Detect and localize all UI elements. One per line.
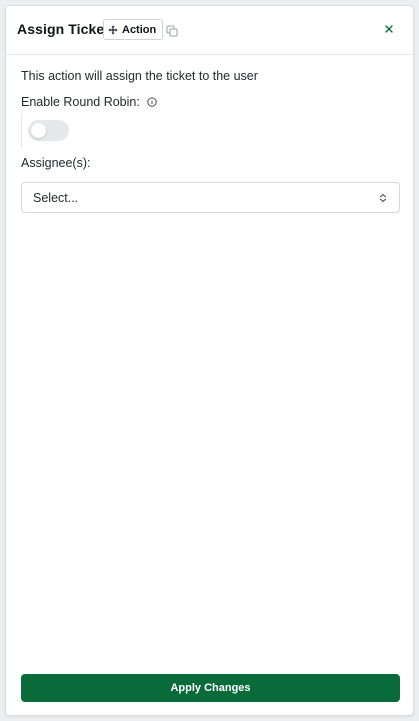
- chevron-updown-icon: [380, 193, 386, 202]
- assign-ticket-panel: Assign Ticket Action This action will as…: [5, 5, 414, 716]
- action-badge: Action: [103, 19, 164, 40]
- round-robin-label: Enable Round Robin:: [21, 95, 140, 109]
- toggle-knob: [31, 123, 46, 138]
- badge-label: Action: [122, 23, 157, 36]
- close-icon[interactable]: [384, 24, 394, 34]
- copy-icon[interactable]: [166, 25, 178, 37]
- round-robin-toggle[interactable]: [28, 120, 69, 141]
- assignee-label: Assignee(s):: [21, 156, 91, 170]
- apply-changes-button[interactable]: Apply Changes: [21, 674, 400, 702]
- action-move-icon: [108, 25, 118, 34]
- assignee-select-value: Select...: [33, 190, 79, 205]
- panel-title: Assign Ticket: [17, 21, 110, 37]
- action-description: This action will assign the ticket to th…: [21, 69, 258, 83]
- round-robin-row: Enable Round Robin:: [21, 94, 401, 110]
- info-icon[interactable]: [147, 97, 157, 107]
- assignee-select[interactable]: Select...: [21, 182, 400, 213]
- panel-body: This action will assign the ticket to th…: [21, 68, 401, 213]
- round-robin-toggle-wrap: [21, 114, 401, 147]
- panel-header: Assign Ticket Action: [6, 6, 413, 55]
